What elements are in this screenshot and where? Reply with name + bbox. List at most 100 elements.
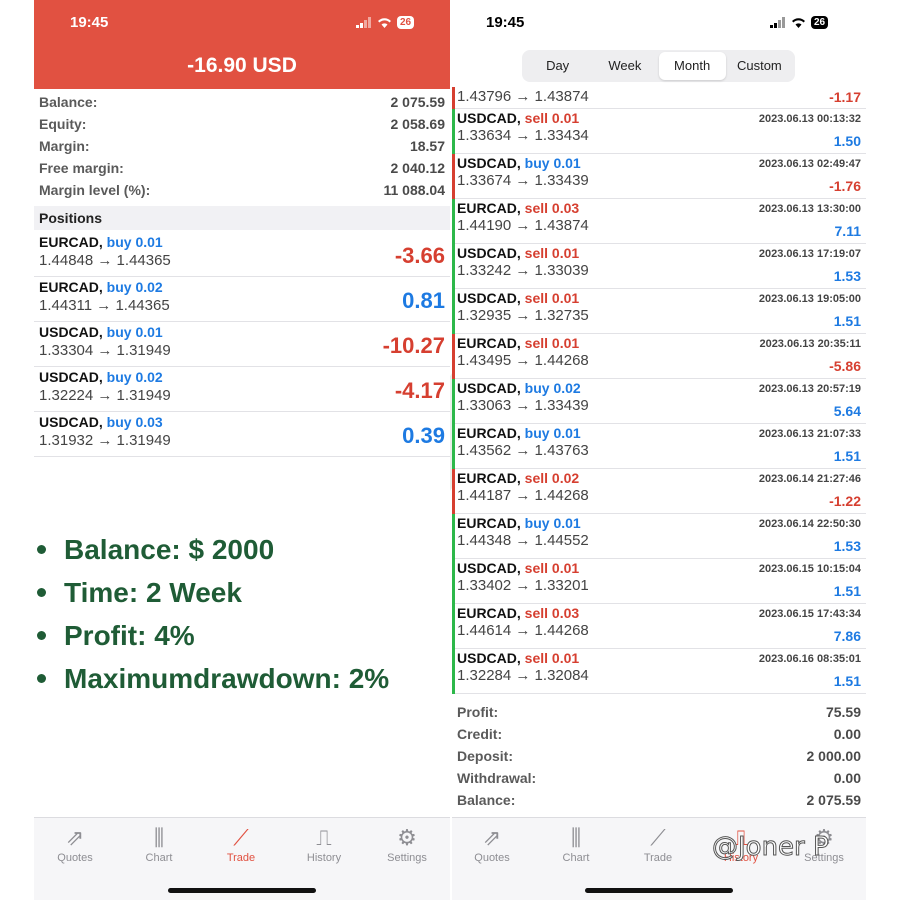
home-indicator [585,888,733,893]
status-icons: 26 [356,16,415,29]
position-row[interactable]: USDCAD, buy 0.01 1.33304 → 1.31949 -10.27 [34,322,450,367]
bullet-item: Time: 2 Week [34,571,450,614]
account-summary: Balance: 2 075.59 Equity: 2 058.69 Margin: 18… [34,91,450,201]
bullet-text: Balance: $ 2000 [64,533,275,565]
position-row[interactable]: EURCAD, buy 0.01 1.44848 → 1.44365 -3.66 [34,232,450,277]
deal-row[interactable]: EURCAD, sell 0.01 2023.06.13 20:35:11 1.43… [452,334,866,379]
home-indicator [168,888,316,893]
deal-side: sell 0.01 [524,110,580,126]
period-custom[interactable]: Custom [726,52,793,80]
deal-prices: 1.33242 → 1.33039 [457,262,589,279]
summary-label: Balance: [457,792,516,808]
deal-row[interactable]: USDCAD, sell 0.01 2023.06.13 19:05:00 1.32… [452,289,866,334]
summary-row: Withdrawal: 0.00 [452,767,866,789]
deal-amount: -5.86 [829,358,861,374]
summary-label: Profit: [457,704,499,720]
position-symbol: EURCAD, [39,234,103,250]
account-value: 2 075.59 [390,94,446,110]
deal-time: 2023.06.13 20:35:11 [759,338,861,350]
deal-row[interactable]: USDCAD, sell 0.01 2023.06.15 10:15:04 1.33… [452,559,866,604]
tab-trade[interactable]: ⟋ Trade [206,824,276,864]
deal-row[interactable]: USDCAD, sell 0.01 2023.06.13 17:19:07 1.33… [452,244,866,289]
deal-symbol: EURCAD, [457,515,521,531]
tab-settings[interactable]: ⚙ Settings [372,824,442,864]
bullet-dot [37,545,46,554]
deal-prices: 1.43495 → 1.44268 [457,352,589,369]
deal-row[interactable]: USDCAD, buy 0.02 2023.06.13 20:57:19 1.330… [452,379,866,424]
trade-header: 19:45 26 -16.90 USD [34,0,450,89]
deal-result-bar [452,469,455,514]
position-symbol-line: USDCAD, buy 0.03 [39,414,445,430]
position-symbol: USDCAD, [39,324,103,340]
deal-row[interactable]: USDCAD, sell 0.01 2023.06.13 00:13:32 1.33… [452,109,866,154]
deal-prices: 1.44190 → 1.43874 [457,217,589,234]
position-row[interactable]: USDCAD, buy 0.03 1.31932 → 1.31949 0.39 [34,412,450,457]
deal-symbol: USDCAD, [457,245,521,261]
tab-bar: ⇗ Quotes ⫼ Chart ⟋ Trade ⎍ History ⚙ Settings [34,817,450,900]
deal-row[interactable]: EURCAD, sell 0.03 2023.06.13 13:30:00 1.44… [452,199,866,244]
deal-amount: 1.51 [833,583,861,599]
deal-symbol: USDCAD, [457,560,521,576]
deal-row[interactable]: EURCAD, buy 0.01 2023.06.14 22:50:30 1.443… [452,514,866,559]
account-value: 2 058.69 [390,116,446,132]
deal-row[interactable]: USDCAD, sell 0.01 2023.06.16 08:35:01 1.32… [452,649,866,694]
bullet-dot [37,674,46,683]
deal-row[interactable]: EURCAD, sell 0.02 2023.06.14 21:27:46 1.44… [452,469,866,514]
summary-value: 75.59 [825,704,861,720]
history-summary: Profit: 75.59 Credit: 0.00 Deposit: 2 000.00 W… [452,701,866,811]
deal-side: sell 0.01 [524,335,580,351]
tab-quotes[interactable]: ⇗ Quotes [40,824,110,864]
history-screen: 19:45 26 Day Week Month Custom 1.43796 → 1.… [452,0,866,900]
tab-chart[interactable]: ⫼ Chart [124,824,194,864]
deal-symbol: USDCAD, [457,380,521,396]
positions-list: EURCAD, buy 0.01 1.44848 → 1.44365 -3.66 EU… [34,232,450,457]
summary-row: Credit: 0.00 [452,723,866,745]
deal-side: sell 0.01 [524,560,580,576]
position-row[interactable]: USDCAD, buy 0.02 1.32224 → 1.31949 -4.17 [34,367,450,412]
bullet-text: Time: 2 Week [64,576,242,608]
deal-symbol: EURCAD, [457,335,521,351]
quotes-icon: ⇗ [65,825,85,850]
position-symbol-line: EURCAD, buy 0.01 [39,234,445,250]
tab-history[interactable]: ⎍ History [289,824,359,864]
battery-icon: 26 [397,16,415,29]
deal-side: buy 0.01 [524,425,581,441]
account-row: Balance: 2 075.59 [34,91,450,113]
deal-side: sell 0.01 [524,245,580,261]
deal-row[interactable]: 1.43796 → 1.43874 -1.17 [452,87,866,109]
deal-time: 2023.06.13 20:57:19 [758,383,861,395]
deal-amount: 7.86 [833,628,861,644]
tab-label: Quotes [474,852,510,864]
summary-value: 0.00 [833,770,861,786]
period-day[interactable]: Day [524,52,591,80]
period-month[interactable]: Month [658,52,726,80]
deal-time: 2023.06.13 19:05:00 [758,293,861,305]
status-bar: 19:45 26 [452,0,866,48]
position-prices: 1.44848 → 1.44365 [39,252,171,269]
bullet-text: Profit: 4% [64,619,195,651]
bullet-item: Profit: 4% [34,614,450,657]
position-prices: 1.31932 → 1.31949 [39,432,171,449]
summary-value: 0.00 [833,726,861,742]
tab-trade[interactable]: ⟋ Trade [623,824,693,864]
status-icons: 26 [770,16,829,29]
deal-time: 2023.06.13 02:49:47 [758,158,861,170]
deal-side: sell 0.01 [524,650,580,666]
deal-amount: -1.76 [829,178,861,194]
tab-label: Trade [226,852,256,864]
deal-prices: 1.33063 → 1.33439 [457,397,589,414]
deal-row[interactable]: EURCAD, buy 0.01 2023.06.13 21:07:33 1.435… [452,424,866,469]
deal-time: 2023.06.14 21:27:46 [758,473,861,485]
deal-row[interactable]: EURCAD, sell 0.03 2023.06.15 17:43:34 1.44… [452,604,866,649]
summary-label: Withdrawal: [457,770,537,786]
position-symbol-line: EURCAD, buy 0.02 [39,279,445,295]
deal-row[interactable]: USDCAD, buy 0.01 2023.06.13 02:49:47 1.336… [452,154,866,199]
tab-label: Chart [562,852,590,864]
account-label: Margin level (%): [39,182,151,198]
deal-time: 2023.06.15 17:43:34 [758,608,861,620]
tab-chart[interactable]: ⫼ Chart [541,824,611,864]
tab-quotes[interactable]: ⇗ Quotes [457,824,527,864]
period-week[interactable]: Week [591,52,658,80]
position-row[interactable]: EURCAD, buy 0.02 1.44311 → 1.44365 0.81 [34,277,450,322]
account-value: 18.57 [409,138,445,154]
